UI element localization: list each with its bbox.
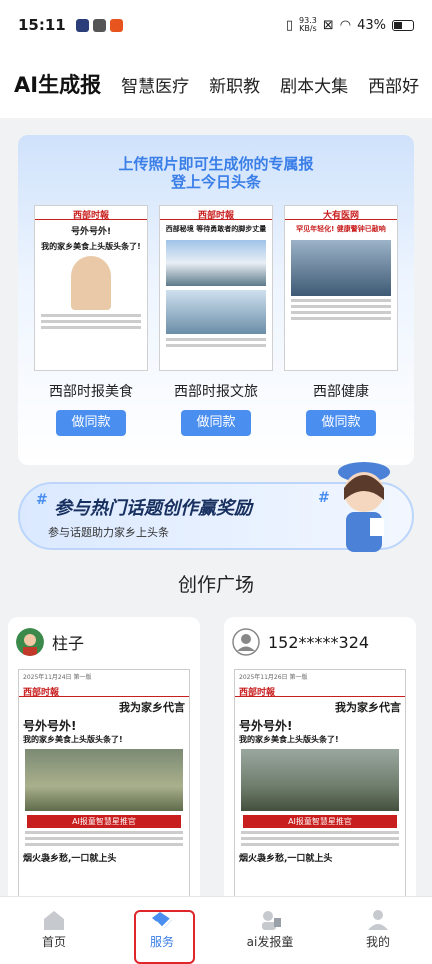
- tab-west[interactable]: 西部好: [368, 72, 419, 97]
- status-bar: 15:11 ▯ 93.3 KB/s ⊠ ◠ 43%: [0, 0, 432, 50]
- make-same-button[interactable]: 做同款: [181, 410, 251, 436]
- battery-icon: [392, 19, 414, 31]
- bottom-nav: 首页 服务 ai发报童 我的: [0, 896, 432, 964]
- plaza-title: 创作广场: [177, 574, 254, 596]
- tab-vocational[interactable]: 新职教: [209, 72, 260, 97]
- template-card[interactable]: 西部时報 号外号外! 我的家乡美食上头版头条了! 西部时报美食 做同款: [34, 205, 148, 436]
- template-card[interactable]: 大有医网 罕见年轻化! 健康警钟已敲响 西部健康 做同款: [284, 205, 398, 436]
- template-card[interactable]: 西部时報 西部秘境 等待勇敢者的脚步丈量 西部时报文旅 做同款: [159, 205, 273, 436]
- tab-scripts[interactable]: 剧本大集: [280, 72, 348, 97]
- post-card[interactable]: 柱子 2025年11月24日 第一版 西部时報 我为家乡代言 号外号外! 我的家…: [8, 617, 200, 917]
- nav-ai-reporter[interactable]: ai发报童: [216, 897, 324, 964]
- banner-title: 参与热门话题创作赢奖励: [54, 498, 252, 519]
- wifi-icon: ◠: [339, 17, 352, 33]
- generator-panel: 上传照片即可生成你的专属报 登上今日头条 西部时報 号外号外! 我的家乡美食上头…: [18, 135, 414, 465]
- nav-profile[interactable]: 我的: [324, 897, 432, 964]
- ai-reporter-icon: [262, 911, 281, 930]
- post-username[interactable]: 柱子: [52, 630, 84, 654]
- hash-icon: #: [36, 492, 48, 508]
- tab-ai-newspaper[interactable]: AI生成报: [14, 69, 101, 99]
- tab-smart-medical[interactable]: 智慧医疗: [121, 72, 189, 97]
- newspaper-thumbnail: 西部时報 号外号外! 我的家乡美食上头版头条了!: [34, 205, 148, 371]
- vibrate-icon: ▯: [285, 17, 294, 33]
- hero-title: 上传照片即可生成你的专属报 登上今日头条: [118, 155, 314, 191]
- network-speed: 93.3 KB/s: [299, 16, 317, 33]
- make-same-button[interactable]: 做同款: [306, 410, 376, 436]
- app-notification-icon: [92, 18, 106, 32]
- status-time: 15:11: [18, 16, 66, 34]
- app-notification-icon: [75, 18, 89, 32]
- make-same-button[interactable]: 做同款: [56, 410, 126, 436]
- topic-banner[interactable]: # 参与热门话题创作赢奖励 参与话题助力家乡上头条 #: [18, 462, 414, 552]
- newspaper-preview: 2025年11月26日 第一版 西部时報 我为家乡代言 号外号外! 我的家乡美食…: [234, 669, 406, 917]
- mascot-icon: [338, 462, 390, 552]
- default-avatar-icon[interactable]: [232, 628, 260, 656]
- no-sim-icon: ⊠: [322, 17, 334, 33]
- nav-home[interactable]: 首页: [0, 897, 108, 964]
- home-icon: [44, 911, 64, 930]
- banner-subtitle: 参与话题助力家乡上头条: [48, 526, 169, 539]
- category-tabs: AI生成报 智慧医疗 新职教 剧本大集 西部好: [0, 50, 432, 118]
- post-card[interactable]: 152*****324 2025年11月26日 第一版 西部时報 我为家乡代言 …: [224, 617, 416, 917]
- newspaper-thumbnail: 大有医网 罕见年轻化! 健康警钟已敲响: [284, 205, 398, 371]
- selection-highlight: [134, 910, 195, 964]
- battery-percent: 43%: [357, 17, 386, 33]
- profile-icon: [368, 910, 388, 930]
- app-notification-icon: [109, 18, 123, 32]
- avatar[interactable]: [16, 628, 44, 656]
- newspaper-preview: 2025年11月24日 第一版 西部时報 我为家乡代言 号外号外! 我的家乡美食…: [18, 669, 190, 917]
- newspaper-thumbnail: 西部时報 西部秘境 等待勇敢者的脚步丈量: [159, 205, 273, 371]
- post-username[interactable]: 152*****324: [268, 633, 369, 652]
